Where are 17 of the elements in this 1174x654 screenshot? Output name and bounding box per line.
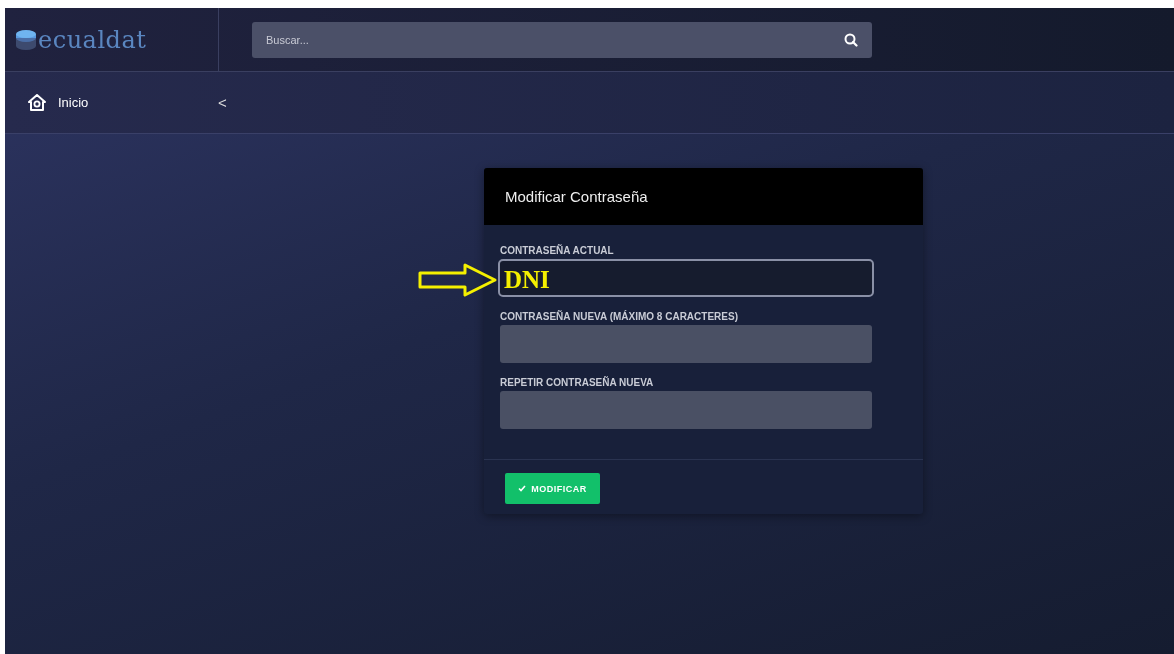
annotation-text: DNI (504, 266, 550, 294)
password-field[interactable] (500, 391, 872, 429)
field-label: CONTRASEÑA ACTUAL (500, 245, 615, 256)
nav-item[interactable]: Inicio (5, 94, 218, 111)
logo-text: ecualdat (38, 25, 147, 54)
card-title: Modificar Contraseña (505, 188, 648, 205)
field-label: REPETIR CONTRASEÑA NUEVA (500, 377, 655, 388)
arrow-icon (418, 262, 498, 298)
database-icon (15, 28, 37, 51)
password-field[interactable] (498, 259, 874, 297)
field-label: CONTRASEÑA NUEVA (MÁXIMO 8 CARACTERES) (500, 311, 739, 322)
home-icon (28, 94, 46, 111)
collapse-button[interactable]: < (218, 94, 227, 111)
check-icon (518, 485, 527, 492)
password-field[interactable] (500, 325, 872, 363)
search-field[interactable]: Buscar... (252, 21, 872, 58)
search-icon[interactable] (844, 32, 858, 47)
